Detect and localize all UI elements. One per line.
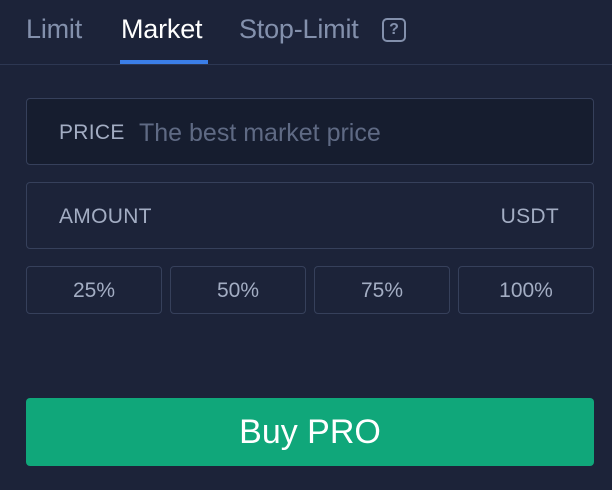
price-field: PRICE The best market price xyxy=(26,98,594,165)
amount-unit: USDT xyxy=(500,205,559,228)
amount-field: AMOUNT USDT xyxy=(26,182,594,249)
price-placeholder: The best market price xyxy=(139,119,381,147)
amount-label: AMOUNT xyxy=(59,205,152,228)
percent-75-button[interactable]: 75% xyxy=(314,266,450,314)
percent-25-button[interactable]: 25% xyxy=(26,266,162,314)
question-icon[interactable]: ? xyxy=(382,18,406,42)
tab-stop-limit[interactable]: Stop-Limit xyxy=(239,14,359,45)
tab-market[interactable]: Market xyxy=(121,14,203,45)
amount-input[interactable] xyxy=(177,197,481,235)
percent-50-button[interactable]: 50% xyxy=(170,266,306,314)
percent-100-button[interactable]: 100% xyxy=(458,266,594,314)
price-label: PRICE xyxy=(59,121,125,144)
trade-panel: Limit Market Stop-Limit ? PRICE The best… xyxy=(0,0,612,490)
order-type-tabs: Limit Market Stop-Limit ? xyxy=(0,0,612,65)
active-tab-indicator xyxy=(120,60,208,64)
buy-button[interactable]: Buy PRO xyxy=(26,398,594,466)
tab-limit[interactable]: Limit xyxy=(26,14,82,45)
